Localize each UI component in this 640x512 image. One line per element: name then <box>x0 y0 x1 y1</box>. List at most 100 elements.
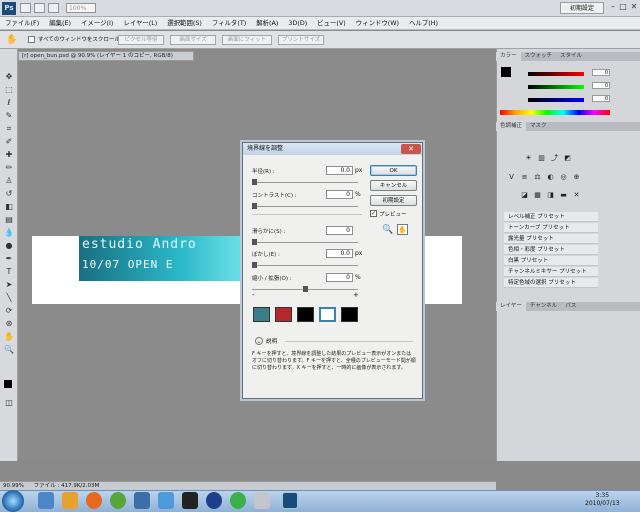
red-value[interactable]: 0 <box>592 69 610 76</box>
gradient-tool-icon[interactable]: ▤ <box>3 214 15 225</box>
levels-icon[interactable]: ▥ <box>537 154 546 162</box>
ie-icon[interactable] <box>38 492 54 509</box>
menu-window[interactable]: ウィンドウ(W) <box>351 17 404 29</box>
radius-slider-thumb[interactable] <box>252 179 257 185</box>
tab-styles[interactable]: スタイル <box>556 52 586 61</box>
quick-mask-icon[interactable]: ◫ <box>3 397 15 408</box>
minimize-icon[interactable]: – <box>608 1 618 13</box>
status-zoom[interactable]: 90.99% <box>3 483 24 489</box>
fill-screen-button[interactable]: 画面にフィット <box>222 35 272 45</box>
tab-color[interactable]: カラー <box>496 52 521 61</box>
stamp-tool-icon[interactable]: ♙ <box>3 175 15 186</box>
preset-curves[interactable]: トーンカーブ プリセット <box>504 223 598 233</box>
zoom-level[interactable]: 100% <box>66 3 96 13</box>
preset-exposure[interactable]: 露光量 プリセット <box>504 234 598 244</box>
clock[interactable]: 3:35 2010/07/13 <box>585 492 620 508</box>
color-balance-icon[interactable]: ⚖ <box>533 173 542 181</box>
menu-analysis[interactable]: 解析(A) <box>251 17 283 29</box>
brightness-icon[interactable]: ☀ <box>524 154 533 162</box>
media-icon[interactable] <box>206 492 222 509</box>
blue-slider[interactable] <box>528 98 584 102</box>
menu-view[interactable]: ビュー(V) <box>312 17 351 29</box>
workspace-button[interactable]: 初期設定 <box>560 2 604 14</box>
menu-select[interactable]: 選択範囲(S) <box>162 17 207 29</box>
preset-levels[interactable]: レベル補正 プリセット <box>504 212 598 222</box>
menu-layer[interactable]: レイヤー(L) <box>118 17 162 29</box>
green-value[interactable]: 0 <box>592 82 610 89</box>
close-icon[interactable]: ✕ <box>629 1 639 13</box>
cancel-button[interactable]: キャンセル <box>370 180 417 191</box>
hand-tool-preset-icon[interactable]: ✋ <box>6 34 20 46</box>
document-tab[interactable]: [r] open_bun.psd @ 90.9% (レイヤー 1 のコピー, R… <box>18 51 194 61</box>
folder-icon[interactable] <box>134 492 150 509</box>
bw-icon[interactable]: ◐ <box>546 173 555 181</box>
menu-file[interactable]: ファイル(F) <box>0 17 44 29</box>
tab-masks[interactable]: マスク <box>526 122 551 131</box>
hand-tool-icon[interactable]: ✋ <box>3 331 15 342</box>
radius-input[interactable]: 0.0 <box>326 166 353 175</box>
gradient-map-icon[interactable]: ▬ <box>559 191 568 199</box>
quick-select-tool-icon[interactable]: ✎ <box>3 110 15 121</box>
menu-3d[interactable]: 3D(D) <box>283 17 312 29</box>
photoshop-task-icon[interactable] <box>282 492 298 509</box>
smooth-slider-thumb[interactable] <box>252 239 257 245</box>
tab-paths[interactable]: パス <box>561 302 580 311</box>
curves-icon[interactable]: ⤴ <box>550 154 559 162</box>
marquee-tool-icon[interactable]: ⬚ <box>3 84 15 95</box>
dialog-close-icon[interactable]: ✕ <box>401 144 421 154</box>
contrast-input[interactable]: 0 <box>326 190 353 199</box>
preview-checkbox[interactable]: ✓ <box>370 210 377 217</box>
red-slider[interactable] <box>528 72 584 76</box>
maximize-icon[interactable]: □ <box>618 1 628 13</box>
menu-filter[interactable]: フィルタ(T) <box>207 17 251 29</box>
preset-black-white[interactable]: 白黒 プリセット <box>504 256 598 266</box>
print-size-button[interactable]: プリントサイズ <box>278 35 324 45</box>
zoom-tool-icon[interactable]: 🔍 <box>3 344 15 355</box>
firefox-icon[interactable] <box>86 492 102 509</box>
scroll-all-checkbox[interactable] <box>28 36 35 43</box>
default-button[interactable]: 初期設定 <box>370 195 417 206</box>
shape-tool-icon[interactable]: ╲ <box>3 292 15 303</box>
quick-mask-mode-thumb[interactable] <box>275 307 292 322</box>
smooth-input[interactable]: 0 <box>326 226 353 235</box>
brush-tool-icon[interactable]: ✏ <box>3 162 15 173</box>
menu-help[interactable]: ヘルプ(H) <box>404 17 443 29</box>
tab-swatches[interactable]: スウォッチ <box>521 52 557 61</box>
eyedropper-tool-icon[interactable]: ✐ <box>3 136 15 147</box>
hue-sat-icon[interactable]: ≡ <box>520 173 529 181</box>
feather-input[interactable]: 0.0 <box>326 249 353 258</box>
radius-slider[interactable] <box>252 182 358 183</box>
photo-filter-icon[interactable]: ◎ <box>559 173 568 181</box>
itunes-icon[interactable] <box>158 492 174 509</box>
healing-tool-icon[interactable]: ✚ <box>3 149 15 160</box>
actual-pixels-button[interactable]: ピクセル等倍 <box>118 35 164 45</box>
hand-icon[interactable]: ✋ <box>397 224 408 235</box>
dodge-tool-icon[interactable]: ● <box>3 240 15 251</box>
exposure-icon[interactable]: ◩ <box>563 154 572 162</box>
black-matte-mode-thumb[interactable] <box>297 307 314 322</box>
type-tool-icon[interactable]: T <box>3 266 15 277</box>
crop-tool-icon[interactable]: ⌗ <box>3 123 15 134</box>
preset-selective-color[interactable]: 特定色域の選択 プリセット <box>504 278 598 288</box>
invert-icon[interactable]: ◪ <box>520 191 529 199</box>
history-brush-tool-icon[interactable]: ↺ <box>3 188 15 199</box>
zoom-icon[interactable]: 🔍 <box>382 225 393 235</box>
start-button[interactable] <box>2 490 24 512</box>
feather-slider[interactable] <box>252 265 358 266</box>
description-toggle-icon[interactable]: ⌄ <box>255 337 263 345</box>
selective-color-icon[interactable]: ✕ <box>572 191 581 199</box>
channel-mixer-icon[interactable]: ⊕ <box>572 173 581 181</box>
mask-mode-thumb[interactable] <box>341 307 358 322</box>
minibridge-icon[interactable] <box>34 3 45 13</box>
path-select-tool-icon[interactable]: ➤ <box>3 279 15 290</box>
foreground-color-swatch[interactable] <box>4 380 12 388</box>
messenger-icon[interactable] <box>230 492 246 509</box>
contract-expand-input[interactable]: 0 <box>326 273 353 282</box>
contract-expand-slider-thumb[interactable] <box>303 286 308 292</box>
tab-layers[interactable]: レイヤー <box>496 302 526 311</box>
menu-edit[interactable]: 編集(E) <box>44 17 76 29</box>
blue-value[interactable]: 0 <box>592 95 610 102</box>
green-slider[interactable] <box>528 85 584 89</box>
contrast-slider-thumb[interactable] <box>252 203 257 209</box>
ok-button[interactable]: OK <box>370 165 417 176</box>
